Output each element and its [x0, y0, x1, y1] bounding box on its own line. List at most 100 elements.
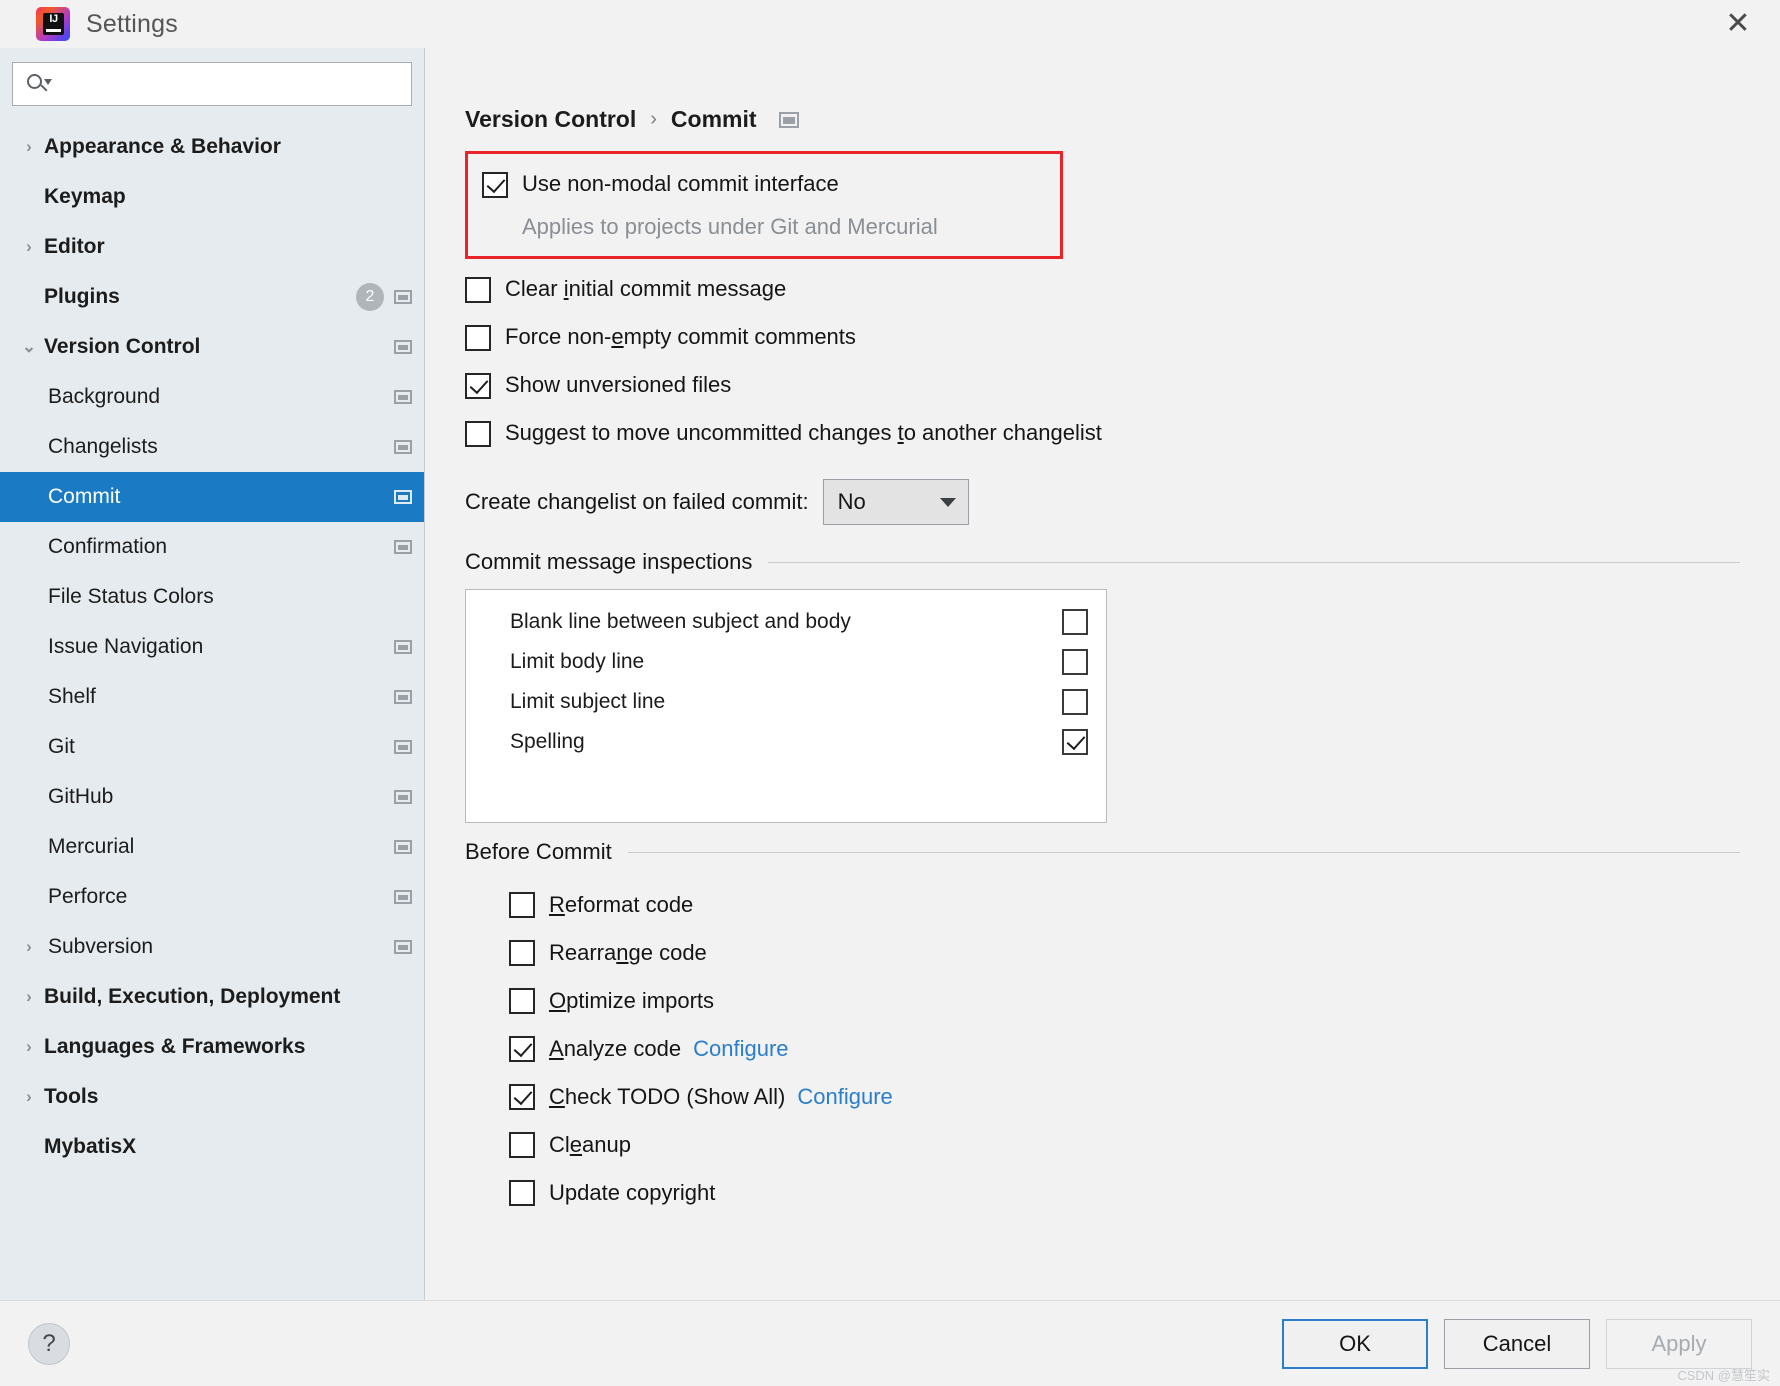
non-modal-commit-row[interactable]: Use non-modal commit interface	[482, 168, 1044, 212]
sidebar-item-build-execution-deployment[interactable]: › Build, Execution, Deployment	[0, 972, 424, 1022]
inspection-checkbox[interactable]	[1062, 689, 1088, 715]
settings-sync-icon[interactable]	[394, 890, 412, 904]
sidebar-item-shelf[interactable]: ›Shelf	[0, 672, 424, 722]
commit-option-row[interactable]: Suggest to move uncommitted changes to a…	[465, 417, 1740, 465]
inspection-row[interactable]: Limit body line	[510, 642, 1088, 682]
non-modal-commit-label: Use non-modal commit interface	[522, 171, 839, 196]
sidebar-item-label: Plugins	[44, 285, 120, 308]
sidebar-item-mercurial[interactable]: ›Mercurial	[0, 822, 424, 872]
settings-sync-icon[interactable]	[394, 640, 412, 654]
settings-sidebar: ›Appearance & Behavior›Keymap›Editor›Plu…	[0, 48, 425, 1300]
settings-sync-icon[interactable]	[394, 340, 412, 354]
commit-option-row[interactable]: Force non-empty commit comments	[465, 321, 1740, 369]
sidebar-item-changelists[interactable]: ›Changelists	[0, 422, 424, 472]
inspection-checkbox[interactable]	[1062, 609, 1088, 635]
chevron-right-icon[interactable]: ›	[14, 987, 44, 1007]
close-icon[interactable]: ✕	[1718, 8, 1758, 42]
sidebar-item-git[interactable]: ›Git	[0, 722, 424, 772]
before-commit-row[interactable]: Update copyright	[509, 1169, 1740, 1217]
before-commit-checkbox[interactable]	[509, 1036, 535, 1062]
before-commit-label: Analyze code	[549, 1036, 682, 1061]
settings-sync-icon[interactable]	[394, 940, 412, 954]
settings-sync-icon[interactable]	[394, 440, 412, 454]
commit-option-row[interactable]: Clear initial commit message	[465, 273, 1740, 321]
before-commit-checkbox[interactable]	[509, 1132, 535, 1158]
sidebar-item-languages-frameworks[interactable]: › Languages & Frameworks	[0, 1022, 424, 1072]
sidebar-item-issue-navigation[interactable]: ›Issue Navigation	[0, 622, 424, 672]
before-commit-row[interactable]: Rearrange code	[509, 929, 1740, 977]
sidebar-item-label: Appearance & Behavior	[44, 135, 281, 158]
chevron-right-icon[interactable]: ›	[14, 1037, 44, 1057]
commit-option-checkbox[interactable]	[465, 373, 491, 399]
commit-option-checkbox[interactable]	[465, 325, 491, 351]
commit-option-row[interactable]: Show unversioned files	[465, 369, 1740, 417]
settings-sync-icon[interactable]	[394, 840, 412, 854]
commit-option-checkbox[interactable]	[465, 421, 491, 447]
divider	[627, 851, 1740, 853]
settings-sync-icon[interactable]	[394, 740, 412, 754]
before-commit-checkbox[interactable]	[509, 940, 535, 966]
commit-option-checkbox[interactable]	[465, 277, 491, 303]
configure-link[interactable]: Configure	[797, 1084, 892, 1110]
cancel-button[interactable]: Cancel	[1444, 1318, 1590, 1369]
inspection-checkbox[interactable]	[1062, 649, 1088, 675]
non-modal-commit-checkbox[interactable]	[482, 172, 508, 198]
dialog-footer: ? OK Cancel Apply CSDN @慧笙实	[0, 1300, 1780, 1386]
sidebar-item-editor[interactable]: › Editor	[0, 222, 424, 272]
sidebar-item-file-status-colors[interactable]: ›File Status Colors	[0, 572, 424, 622]
configure-link[interactable]: Configure	[693, 1036, 788, 1062]
breadcrumb-separator: ›	[650, 108, 657, 130]
before-commit-row[interactable]: Reformat code	[509, 881, 1740, 929]
before-commit-checkbox[interactable]	[509, 892, 535, 918]
chevron-right-icon[interactable]: ›	[14, 1087, 44, 1107]
ok-button[interactable]: OK	[1282, 1318, 1428, 1369]
chevron-down-icon[interactable]: ⌄	[14, 337, 44, 357]
sidebar-item-tools[interactable]: › Tools	[0, 1072, 424, 1122]
sidebar-item-plugins[interactable]: ›Plugins2	[0, 272, 424, 322]
before-commit-row[interactable]: Cleanup	[509, 1121, 1740, 1169]
sidebar-item-appearance-behavior[interactable]: › Appearance & Behavior	[0, 122, 424, 172]
apply-button: Apply	[1606, 1318, 1752, 1369]
before-commit-row[interactable]: Analyze code Configure	[509, 1025, 1740, 1073]
sidebar-item-version-control[interactable]: ⌄ Version Control	[0, 322, 424, 372]
inspection-row[interactable]: Limit subject line	[510, 682, 1088, 722]
sidebar-item-subversion[interactable]: › Subversion	[0, 922, 424, 972]
commit-option-label: Suggest to move uncommitted changes to a…	[505, 420, 1102, 445]
settings-sync-icon[interactable]	[778, 111, 799, 128]
settings-sync-icon[interactable]	[394, 540, 412, 554]
changelist-dropdown[interactable]: No	[822, 479, 969, 525]
settings-sync-icon[interactable]	[394, 290, 412, 304]
sidebar-item-label: Version Control	[44, 335, 201, 358]
plugin-count-badge: 2	[356, 283, 384, 311]
settings-sync-icon[interactable]	[394, 390, 412, 404]
settings-sync-icon[interactable]	[394, 490, 412, 504]
inspection-checkbox[interactable]	[1062, 729, 1088, 755]
before-commit-row[interactable]: Check TODO (Show All) Configure	[509, 1073, 1740, 1121]
before-commit-checkbox[interactable]	[509, 1180, 535, 1206]
help-icon[interactable]: ?	[28, 1322, 70, 1365]
search-input[interactable]	[53, 74, 401, 94]
inspection-row[interactable]: Blank line between subject and body	[510, 602, 1088, 642]
breadcrumb: Version Control › Commit	[465, 106, 1740, 133]
before-commit-checkbox[interactable]	[509, 988, 535, 1014]
sidebar-item-commit[interactable]: ›Commit	[0, 472, 424, 522]
sidebar-item-mybatisx[interactable]: ›MybatisX	[0, 1122, 424, 1172]
chevron-right-icon[interactable]: ›	[14, 937, 44, 957]
before-commit-checkbox[interactable]	[509, 1084, 535, 1110]
sidebar-item-perforce[interactable]: ›Perforce	[0, 872, 424, 922]
settings-sync-icon[interactable]	[394, 790, 412, 804]
title-bar: IJ Settings ✕	[0, 0, 1780, 48]
settings-tree: ›Appearance & Behavior›Keymap›Editor›Plu…	[0, 118, 424, 1300]
sidebar-item-confirmation[interactable]: ›Confirmation	[0, 522, 424, 572]
search-box[interactable]	[12, 62, 412, 106]
settings-sync-icon[interactable]	[394, 690, 412, 704]
sidebar-item-background[interactable]: ›Background	[0, 372, 424, 422]
before-commit-row[interactable]: Optimize imports	[509, 977, 1740, 1025]
dialog-body: ›Appearance & Behavior›Keymap›Editor›Plu…	[0, 48, 1780, 1300]
chevron-right-icon[interactable]: ›	[14, 137, 44, 157]
sidebar-item-github[interactable]: ›GitHub	[0, 772, 424, 822]
inspection-row[interactable]: Spelling	[510, 722, 1088, 762]
sidebar-item-keymap[interactable]: ›Keymap	[0, 172, 424, 222]
chevron-right-icon[interactable]: ›	[14, 237, 44, 257]
breadcrumb-root[interactable]: Version Control	[465, 106, 636, 133]
